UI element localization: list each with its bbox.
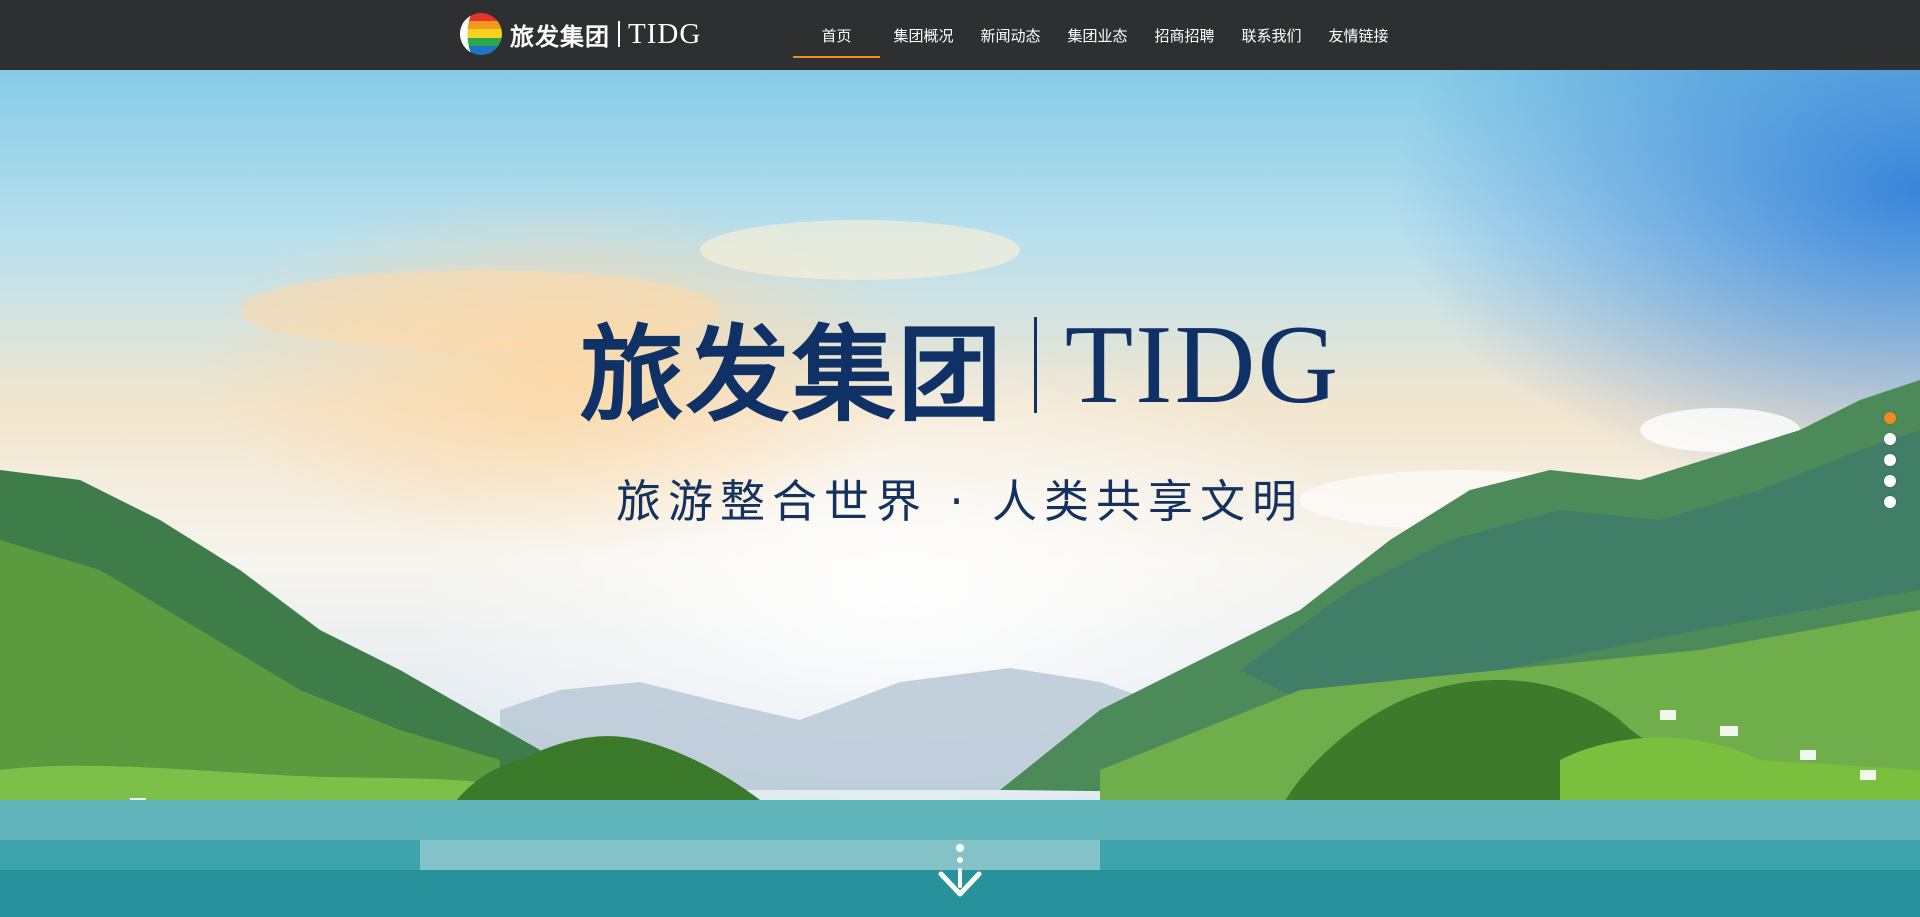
site-logo[interactable]: 旅发集团 TIDG <box>460 13 701 55</box>
logo-chinese-text: 旅发集团 <box>510 22 610 51</box>
nav-item-recruitment[interactable]: 招商招聘 <box>1141 0 1228 70</box>
nav-item-contact[interactable]: 联系我们 <box>1228 0 1315 70</box>
hero-brand-title: 旅发集团 TIDG <box>0 303 1920 436</box>
brand-chinese-title: 旅发集团 <box>579 313 1004 436</box>
slide-dot-3[interactable] <box>1884 454 1896 466</box>
logo-divider <box>618 21 620 47</box>
hero-slogan: 旅游整合世界 · 人类共享文明 <box>616 475 1304 528</box>
nav-item-group-overview[interactable]: 集团概况 <box>880 0 967 70</box>
scroll-down-arrow-icon[interactable] <box>935 842 985 902</box>
brand-english-title: TIDG <box>1064 302 1341 427</box>
nav-item-business[interactable]: 集团业态 <box>1054 0 1141 70</box>
slide-dot-1[interactable] <box>1884 412 1896 424</box>
brand-divider <box>1033 317 1037 413</box>
rainbow-circle-logo-icon <box>460 13 502 55</box>
slide-dot-5[interactable] <box>1884 496 1896 508</box>
slide-dot-4[interactable] <box>1884 475 1896 487</box>
nav-item-links[interactable]: 友情链接 <box>1315 0 1402 70</box>
top-navigation-bar: 旅发集团 TIDG 首页 集团概况 新闻动态 集团业态 招商招聘 联系我们 友情… <box>0 0 1920 70</box>
hero-banner: 旅发集团 TIDG 旅游整合世界 · 人类共享文明 <box>0 70 1920 917</box>
slide-dot-2[interactable] <box>1884 433 1896 445</box>
nav-item-home[interactable]: 首页 <box>793 0 880 70</box>
nav-item-news[interactable]: 新闻动态 <box>967 0 1054 70</box>
slide-pagination <box>1884 412 1900 517</box>
main-nav: 首页 集团概况 新闻动态 集团业态 招商招聘 联系我们 友情链接 <box>793 0 1402 70</box>
logo-english-text: TIDG <box>628 17 702 50</box>
